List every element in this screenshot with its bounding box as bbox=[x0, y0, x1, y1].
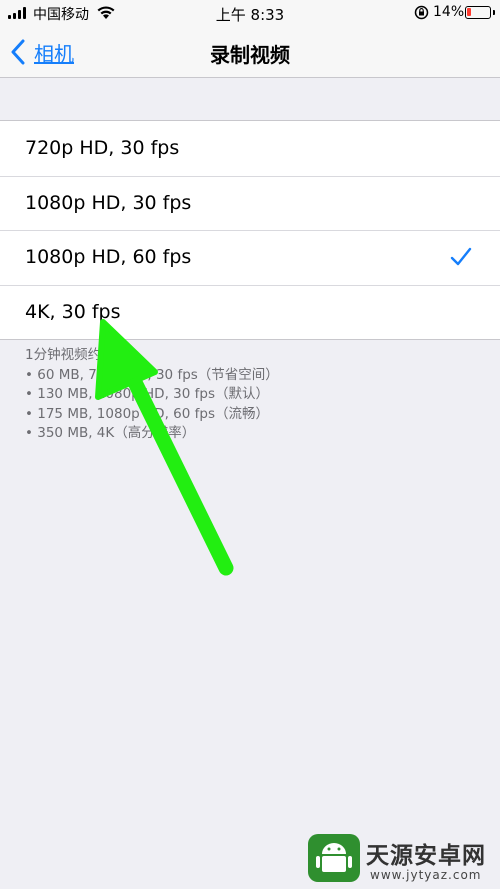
option-label: 1080p HD, 30 fps bbox=[25, 191, 192, 214]
watermark-url: www.jytyaz.com bbox=[370, 868, 482, 882]
option-label: 720p HD, 30 fps bbox=[25, 137, 180, 160]
status-bar: 中国移动 上午 8:33 14% bbox=[0, 0, 500, 26]
option-1080p-60fps[interactable]: 1080p HD, 60 fps bbox=[0, 230, 500, 285]
orientation-lock-icon bbox=[414, 5, 429, 20]
page-title: 录制视频 bbox=[210, 43, 290, 67]
watermark-name: 天源安卓网 bbox=[366, 843, 486, 869]
notes-heading: 1分钟视频约 bbox=[25, 347, 102, 363]
note-line: • 350 MB, 4K（高分辨率） bbox=[25, 425, 196, 441]
android-logo-icon bbox=[308, 834, 360, 882]
navigation-bar: 相机 录制视频 bbox=[0, 26, 500, 78]
note-line: • 60 MB, 720p HD, 30 fps（节省空间） bbox=[25, 366, 279, 383]
note-line: • 175 MB, 1080p HD, 60 fps（流畅） bbox=[25, 405, 269, 422]
option-1080p-30fps[interactable]: 1080p HD, 30 fps bbox=[0, 175, 500, 231]
battery-percent: 14% bbox=[433, 4, 465, 20]
note-line: • 130 MB, 1080p HD, 30 fps（默认） bbox=[25, 386, 269, 402]
option-label: 4K, 30 fps bbox=[25, 300, 121, 323]
storage-notes: 1分钟视频约 • 60 MB, 720p HD, 30 fps（节省空间） • … bbox=[25, 346, 279, 444]
option-720p-30fps[interactable]: 720p HD, 30 fps bbox=[0, 121, 500, 176]
battery-icon bbox=[465, 6, 495, 19]
video-format-list: 720p HD, 30 fps 1080p HD, 30 fps 1080p H… bbox=[0, 120, 500, 340]
option-label: 1080p HD, 60 fps bbox=[25, 246, 192, 269]
watermark: 天源安卓网 www.jytyaz.com bbox=[300, 830, 500, 889]
option-4k-30fps[interactable]: 4K, 30 fps bbox=[0, 284, 500, 340]
checkmark-icon bbox=[450, 247, 472, 266]
